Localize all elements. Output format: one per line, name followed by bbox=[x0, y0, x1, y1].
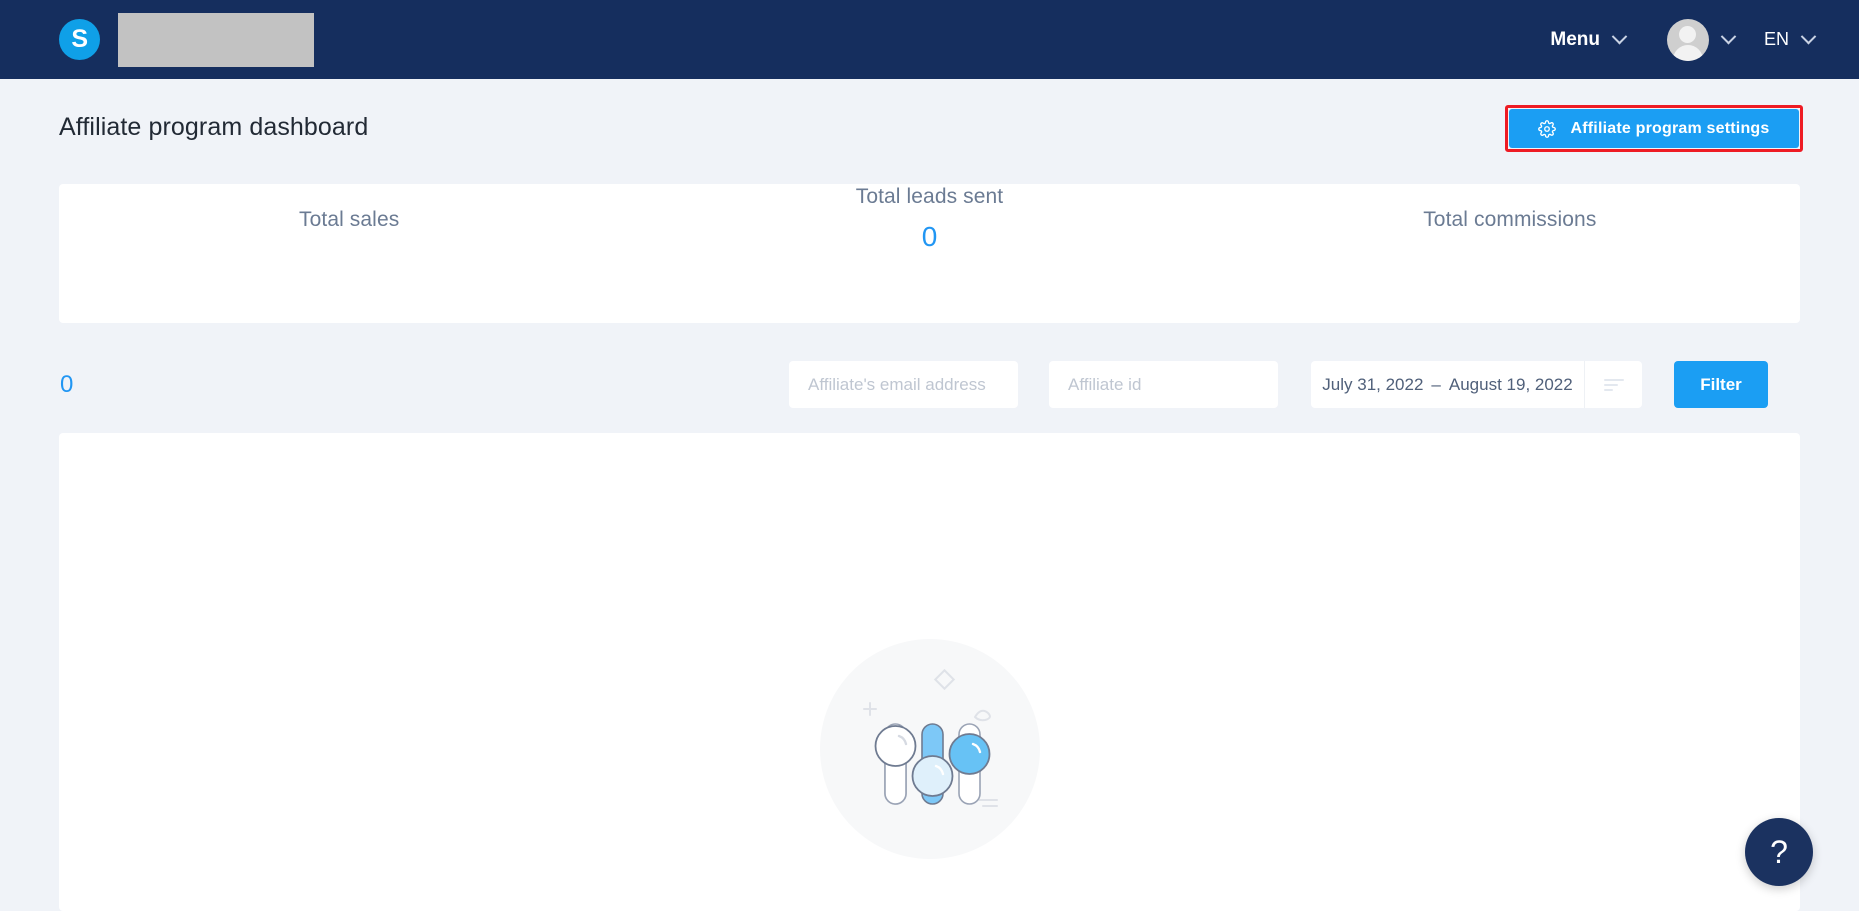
chevron-down-icon bbox=[1720, 28, 1737, 45]
affiliate-id-input[interactable] bbox=[1049, 361, 1278, 408]
page-title: Affiliate program dashboard bbox=[59, 113, 369, 141]
chevron-down-icon bbox=[1611, 28, 1628, 45]
filter-submit-button[interactable]: Filter bbox=[1674, 361, 1768, 408]
stat-label: Total commissions bbox=[1423, 208, 1597, 231]
page-header: Affiliate program dashboard Affiliate pr… bbox=[0, 79, 1859, 171]
top-navigation-bar: S Menu EN bbox=[0, 0, 1859, 79]
sliders-empty-state-icon bbox=[811, 630, 1049, 868]
settings-button-highlight: Affiliate program settings bbox=[1505, 105, 1803, 152]
date-range-text: July 31, 2022– August 19, 2022 bbox=[1311, 375, 1584, 395]
filter-lines-icon[interactable] bbox=[1584, 361, 1642, 408]
stat-total-leads-sent: Total leads sent 0 bbox=[639, 184, 1219, 323]
stat-total-commissions: Total commissions bbox=[1220, 184, 1800, 323]
affiliate-email-input[interactable] bbox=[789, 361, 1018, 408]
top-navigation-actions: Menu EN bbox=[1550, 18, 1817, 61]
stat-label: Total sales bbox=[299, 208, 400, 231]
stat-value: 0 bbox=[921, 221, 938, 252]
affiliate-program-settings-button[interactable]: Affiliate program settings bbox=[1509, 109, 1799, 148]
affiliate-results-panel bbox=[59, 433, 1800, 911]
menu-dropdown[interactable]: Menu bbox=[1550, 28, 1628, 51]
stat-total-sales: Total sales bbox=[59, 184, 639, 323]
date-range-to: August 19, 2022 bbox=[1448, 374, 1573, 394]
help-button[interactable]: ? bbox=[1745, 818, 1813, 886]
date-range-separator: – bbox=[1431, 374, 1441, 394]
filter-toolbar: 0 July 31, 2022–August 19, 2022 Filter bbox=[0, 355, 1859, 425]
results-count: 0 bbox=[60, 371, 74, 398]
app-logo-icon[interactable]: S bbox=[59, 19, 100, 60]
brand-name-redacted bbox=[118, 12, 314, 67]
user-avatar-icon[interactable] bbox=[1666, 18, 1709, 61]
brand-area[interactable]: S bbox=[59, 12, 314, 67]
summary-stats-card: Total sales Total leads sent 0 Total com… bbox=[59, 184, 1800, 323]
date-range-picker[interactable]: July 31, 2022– August 19, 2022 bbox=[1311, 361, 1642, 408]
affiliate-program-settings-label: Affiliate program settings bbox=[1570, 119, 1770, 137]
chevron-down-icon bbox=[1800, 28, 1817, 45]
account-dropdown[interactable] bbox=[1666, 18, 1737, 61]
date-range-from: July 31, 2022 bbox=[1322, 374, 1424, 394]
language-dropdown[interactable]: EN bbox=[1763, 28, 1817, 50]
menu-label: Menu bbox=[1550, 28, 1600, 50]
language-label: EN bbox=[1763, 29, 1789, 49]
stat-label: Total leads sent bbox=[855, 185, 1004, 208]
gear-icon bbox=[1538, 119, 1557, 138]
